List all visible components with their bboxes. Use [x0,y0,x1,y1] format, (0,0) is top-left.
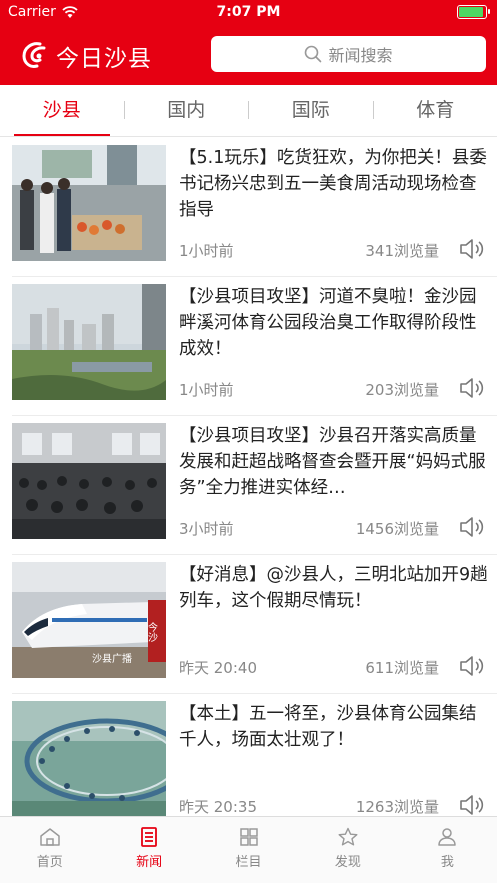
tabbar-home[interactable]: 首页 [0,817,99,883]
battery-icon [457,5,490,19]
tab-sports[interactable]: 体育 [374,85,497,136]
thumb-logo-text: 今沙 [146,621,158,642]
speaker-icon[interactable] [459,654,485,678]
home-icon [39,828,60,846]
news-item[interactable]: 【沙县项目攻坚】河道不臭啦！金沙园畔溪河体育公园段治臭工作取得阶段性成效！ 1小… [12,277,497,416]
tabbar-label: 栏目 [235,855,262,870]
thumb-caption: 沙县广播 [92,652,132,665]
news-thumbnail[interactable]: 今沙 沙县广播 [12,562,166,678]
news-item[interactable]: 【本土】五一将至，沙县体育公园集结千人，场面太壮观了！ 昨天 20:35 126… [12,694,497,816]
news-thumbnail[interactable] [12,701,166,816]
status-bar: Carrier 7:07 PM [0,0,497,26]
bottom-tab-bar: 首页 新闻 栏目 发现 我 [0,816,497,883]
category-tabs: 沙县 国内 国际 体育 [0,85,497,137]
app-title: 今日沙县 [56,46,152,72]
news-title[interactable]: 【沙县项目攻坚】河道不臭啦！金沙园畔溪河体育公园段治臭工作取得阶段性成效！ [179,284,489,362]
news-views: 203浏览量 [365,381,439,399]
search-icon [305,45,322,63]
thumb-watermark-logo: 今沙 [146,621,158,642]
speaker-icon[interactable] [459,376,485,400]
tabbar-discover[interactable]: 发现 [298,817,397,883]
news-thumbnail[interactable] [12,284,166,400]
news-icon [141,827,158,847]
news-views: 611浏览量 [365,659,439,677]
user-icon [438,828,457,846]
tabbar-label: 首页 [36,855,63,870]
news-thumbnail[interactable] [12,145,166,261]
news-views: 1263浏览量 [355,798,439,816]
news-item[interactable]: 【5.1玩乐】吃货狂欢，为你把关！县委书记杨兴忠到五一美食周活动现场检查指导 1… [12,138,497,277]
tab-international[interactable]: 国际 [249,85,373,136]
speaker-icon[interactable] [459,793,485,816]
app-logo [22,42,46,68]
tabbar-label: 发现 [334,855,361,870]
news-title[interactable]: 【沙县项目攻坚】沙县召开落实高质量发展和赶超战略督查会暨开展“妈妈式服务”全力推… [179,423,489,501]
news-list: 【5.1玩乐】吃货狂欢，为你把关！县委书记杨兴忠到五一美食周活动现场检查指导 1… [0,138,497,816]
news-item[interactable]: 今沙 沙县广播 【好消息】@沙县人，三明北站加开9趟列车，这个假期尽情玩！ 昨天… [12,555,497,694]
news-title[interactable]: 【本土】五一将至，沙县体育公园集结千人，场面太壮观了！ [179,701,489,753]
tab-domestic[interactable]: 国内 [125,85,249,136]
speaker-icon[interactable] [459,515,485,539]
clock: 7:07 PM [216,4,281,20]
news-views: 341浏览量 [365,242,439,260]
news-time: 1小时前 [179,242,234,260]
news-time: 1小时前 [179,381,234,399]
search-placeholder: 新闻搜索 [328,46,393,65]
news-title[interactable]: 【好消息】@沙县人，三明北站加开9趟列车，这个假期尽情玩！ [179,562,489,614]
news-time: 昨天 20:35 [179,798,257,816]
news-time: 3小时前 [179,520,234,538]
discover-star-icon [338,827,358,846]
news-item[interactable]: 【沙县项目攻坚】沙县召开落实高质量发展和赶超战略督查会暨开展“妈妈式服务”全力推… [12,416,497,555]
app-header: Carrier 7:07 PM 今日沙县 新闻搜索 [0,0,497,85]
news-views: 1456浏览量 [355,520,439,538]
tabbar-me[interactable]: 我 [398,817,497,883]
news-title[interactable]: 【5.1玩乐】吃货狂欢，为你把关！县委书记杨兴忠到五一美食周活动现场检查指导 [179,145,489,223]
news-time: 昨天 20:40 [179,659,257,677]
grid-icon [239,828,258,846]
tab-shaxian[interactable]: 沙县 [0,85,124,136]
search-bar[interactable]: 新闻搜索 [211,36,486,72]
tabbar-columns[interactable]: 栏目 [199,817,298,883]
speaker-icon[interactable] [459,237,485,261]
tabbar-news[interactable]: 新闻 [99,817,198,883]
tabbar-label: 新闻 [136,855,163,870]
news-thumbnail[interactable] [12,423,166,539]
tabbar-label: 我 [440,855,454,870]
